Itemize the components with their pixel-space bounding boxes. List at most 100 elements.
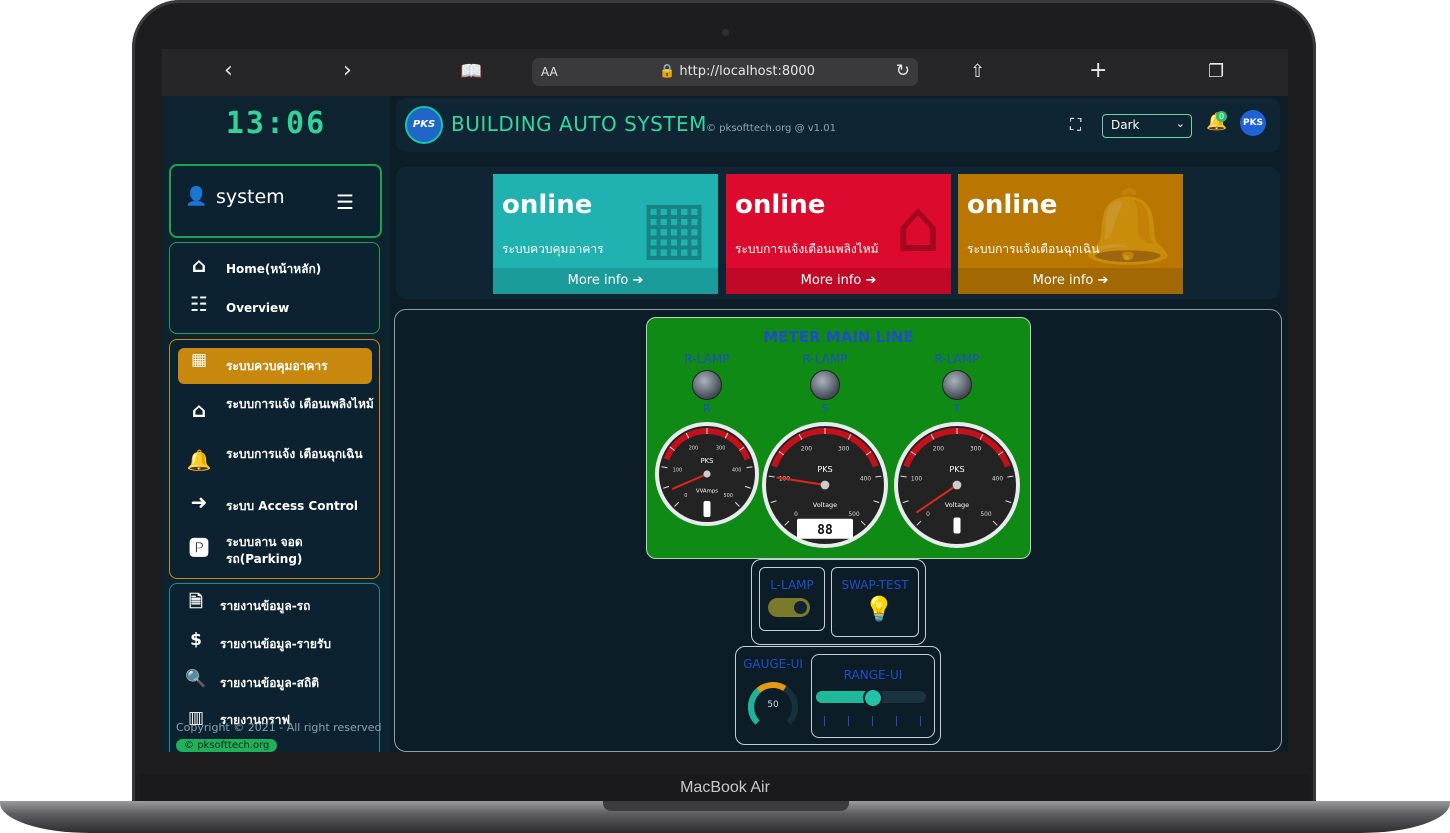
- building-shield-icon: ▦: [639, 184, 708, 268]
- phase-label-s: S: [821, 402, 829, 415]
- status-card-fire: ⌂ online ระบบการแจ้งเตือนเพลิงไหม้ More …: [726, 174, 951, 294]
- camera: [722, 29, 729, 36]
- gauge-tick-label: 300: [716, 445, 726, 451]
- status-desc: ระบบการแจ้งเตือนฉุกเฉิน: [967, 242, 1100, 256]
- app-version: © pksofttech.org @ v1.01: [706, 123, 836, 134]
- phase-label-t: T: [953, 402, 961, 415]
- parking-icon: 🅿: [189, 536, 209, 560]
- user-card: 👤 system ☰: [169, 164, 382, 238]
- house-fire-icon: ⌂: [191, 398, 207, 422]
- tabs-icon[interactable]: ❐: [1208, 61, 1224, 82]
- sidebar-item-label: ระบบลาน จอดรถ(Parking): [226, 535, 303, 566]
- house-fire-icon: ⌂: [895, 184, 941, 268]
- gauge-brand: PKS: [817, 464, 832, 474]
- more-info-link[interactable]: More info ➔: [726, 268, 951, 294]
- fullscreen-icon[interactable]: ⛶: [1070, 115, 1081, 135]
- search-chart-icon: 🔍: [185, 669, 207, 689]
- gauge-tick-label: 500: [980, 512, 991, 518]
- app-logo: PKS: [405, 106, 443, 144]
- gauge-tick-label: 200: [801, 446, 812, 452]
- sidebar-item-label: ระบบการแจ้ง เตือนเพลิงไหม้: [226, 397, 374, 411]
- copyright-site-link[interactable]: © pksofttech.org: [176, 739, 278, 752]
- gauge-tick-label: 0: [794, 512, 798, 518]
- phase-label-r: R: [703, 402, 711, 415]
- range-ui-box: RANGE-UI: [811, 654, 935, 738]
- gauge-tick-label: 300: [970, 446, 981, 452]
- more-info-link[interactable]: More info ➔: [493, 268, 718, 294]
- l-lamp-toggle[interactable]: [768, 598, 810, 617]
- status-cards: ▦ online ระบบควบคุมอาคาร More info ➔ ⌂ o…: [396, 167, 1280, 299]
- list-icon: ☷: [190, 292, 208, 316]
- gauge-tick-label: 400: [992, 477, 1003, 483]
- status-card-emergency: 🔔 online ระบบการแจ้งเตือนฉุกเฉิน More in…: [958, 174, 1183, 294]
- status-text: online: [735, 190, 826, 220]
- ui-widgets: GAUGE-UI 50 RANGE-UI: [735, 646, 941, 745]
- copyright-site: pksofttech.org: [197, 740, 270, 751]
- nav-group-systems: ▦ ระบบควบคุมอาคาร ⌂ ระบบการแจ้ง เตือนเพล…: [169, 339, 380, 579]
- toggle-knob: [794, 601, 807, 614]
- gauge-tick-label: 100: [673, 467, 683, 473]
- new-tab-icon[interactable]: +: [1089, 58, 1107, 83]
- sidebar-item-label: ระบบการแจ้ง เตือนฉุกเฉิน: [226, 447, 363, 461]
- building-shield-icon: ▦: [190, 350, 208, 370]
- status-text: online: [967, 190, 1058, 220]
- forward-icon[interactable]: ›: [343, 58, 352, 83]
- address-bar[interactable]: AA 🔒 http://localhost:8000 ↻: [532, 58, 918, 86]
- device-label: MacBook Air: [680, 779, 770, 796]
- main-panel: METER MAIN LINE R-LAMP R R-LAMP S R-LAMP…: [394, 309, 1282, 752]
- meter-main-line: METER MAIN LINE R-LAMP R R-LAMP S R-LAMP…: [646, 317, 1031, 559]
- share-icon[interactable]: ⇧: [970, 61, 985, 82]
- gauge-tick-label: 200: [689, 445, 699, 451]
- reload-icon[interactable]: ↻: [896, 61, 910, 81]
- gauge-s: 0100200300400500PKSVoltage88: [762, 422, 888, 548]
- gauge-tick-label: 0: [684, 493, 687, 499]
- lamp-label-t: R-LAMP: [934, 352, 980, 366]
- reader-button[interactable]: AA: [541, 65, 558, 79]
- gauge-tick-label: 200: [933, 446, 944, 452]
- range-ui-thumb[interactable]: [863, 688, 883, 708]
- more-info-link[interactable]: More info ➔: [958, 268, 1183, 294]
- gauge-tick-label: 300: [838, 446, 849, 452]
- notification-badge: 0: [1216, 111, 1227, 122]
- sidebar-item-label: ระบบ Access Control: [226, 499, 359, 513]
- sidebar-item-label: Home(หน้าหลัก): [226, 262, 322, 276]
- gauge-tick-label: 400: [732, 467, 742, 473]
- theme-select-value: Dark: [1111, 118, 1140, 132]
- gauge-readout-box: [703, 501, 711, 517]
- hamburger-menu-icon[interactable]: ☰: [336, 190, 354, 214]
- theme-select[interactable]: Dark ⌄: [1102, 114, 1192, 138]
- gauge-tick-label: 500: [848, 512, 859, 518]
- gauge-readout-box: [953, 517, 961, 534]
- sidebar-item-label: ระบบควบคุมอาคาร: [226, 359, 328, 373]
- file-p-icon: 🗎: [189, 592, 203, 612]
- meter-title: METER MAIN LINE: [763, 328, 914, 346]
- status-desc: ระบบการแจ้งเตือนเพลิงไหม้: [735, 242, 879, 256]
- url-text: 🔒 http://localhost:8000: [659, 64, 815, 79]
- lightbulb-icon[interactable]: 💡: [864, 595, 894, 623]
- gauge-r: 0 100 200 300 400 500 PKS VVAmps: [655, 422, 759, 526]
- l-lamp-label: L-LAMP: [770, 578, 814, 592]
- swap-test-box: SWAP-TEST 💡: [831, 567, 919, 637]
- nav-group-main: ⌂ Home(หน้าหลัก) ☷ Overview: [169, 242, 380, 334]
- browser-toolbar: ‹ › 📖 AA 🔒 http://localhost:8000 ↻ ⇧ + ❐: [162, 49, 1288, 96]
- status-desc: ระบบควบคุมอาคาร: [502, 242, 604, 256]
- swap-test-label: SWAP-TEST: [841, 578, 909, 592]
- gauge-hub: [820, 480, 830, 490]
- bell-icon: 🔔: [186, 448, 212, 472]
- gauge-hub: [952, 480, 962, 490]
- range-ui-ticks: [824, 716, 921, 728]
- url-value: http://localhost:8000: [679, 64, 815, 79]
- bookmarks-icon[interactable]: 📖: [460, 61, 482, 82]
- range-ui-track[interactable]: [816, 688, 926, 708]
- sidebar-item-label: รายงานข้อมูล-รายรับ: [220, 637, 331, 651]
- gauge-brand: PKS: [701, 457, 714, 465]
- avatar[interactable]: PKS: [1240, 110, 1266, 136]
- sidebar-item-label: รายงานข้อมูล-สถิติ: [220, 676, 320, 690]
- screen: ‹ › 📖 AA 🔒 http://localhost:8000 ↻ ⇧ + ❐…: [162, 49, 1288, 752]
- gauge-t: 0 100 200 300 400 500 PKS Voltage: [894, 422, 1020, 548]
- sign-in-icon: ➜: [190, 490, 208, 514]
- gauge-readout: 88: [817, 523, 833, 538]
- lamp-t: [942, 370, 972, 400]
- back-icon[interactable]: ‹: [224, 58, 233, 83]
- l-lamp-box: L-LAMP: [759, 567, 825, 631]
